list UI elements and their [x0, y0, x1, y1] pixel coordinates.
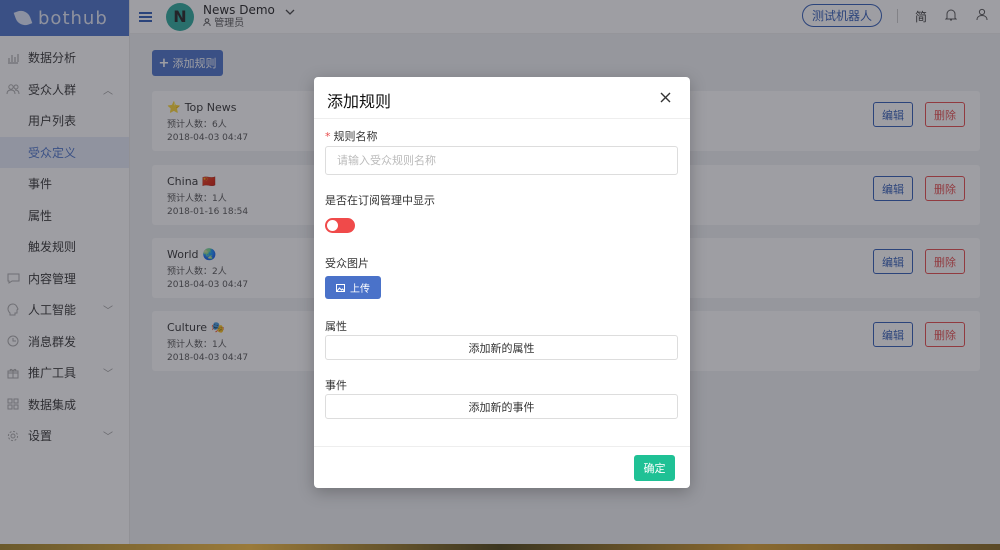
show-in-subscription-toggle[interactable]: [325, 218, 355, 233]
background-strip: [0, 544, 1000, 550]
modal-title: 添加规则: [327, 92, 392, 111]
toggle-knob: [327, 220, 338, 231]
modal-header-divider: [314, 118, 690, 119]
rule-name-label: * 规则名称: [325, 128, 378, 144]
attribute-label: 属性: [325, 320, 347, 333]
confirm-button[interactable]: 确定: [634, 455, 675, 481]
add-rule-modal: 添加规则 *规则名称 是否在订阅管理中显示 受众图片 上传 属性 添加新的属性 …: [314, 77, 690, 488]
upload-button[interactable]: 上传: [325, 276, 381, 299]
required-mark: *: [325, 130, 331, 143]
rule-name-label-text: 规则名称: [333, 130, 378, 143]
upload-label: 上传: [350, 284, 370, 295]
image-icon: [336, 283, 345, 292]
rule-name-input[interactable]: [325, 146, 678, 175]
add-attribute-button[interactable]: 添加新的属性: [325, 335, 678, 360]
event-label: 事件: [325, 379, 347, 392]
show-in-subscription-label: 是否在订阅管理中显示: [325, 194, 435, 207]
modal-footer-divider: [314, 446, 690, 447]
close-icon[interactable]: [660, 90, 671, 106]
audience-image-label: 受众图片: [325, 257, 369, 270]
add-event-button[interactable]: 添加新的事件: [325, 394, 678, 419]
